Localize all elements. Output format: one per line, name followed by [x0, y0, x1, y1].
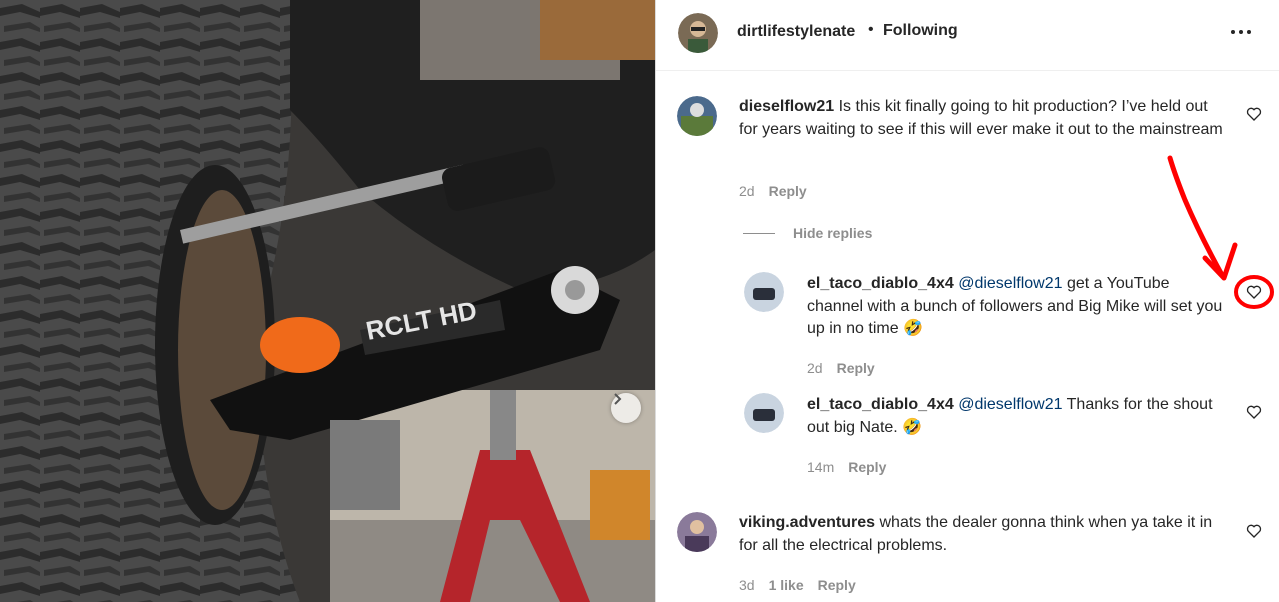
follow-status-button[interactable]: Following — [883, 22, 958, 40]
comment-meta: 2d Reply — [739, 183, 807, 199]
reply-button[interactable]: Reply — [848, 459, 886, 475]
hide-replies-label: Hide replies — [793, 225, 873, 241]
reply-meta: 2d Reply — [807, 360, 875, 376]
reply-button[interactable]: Reply — [769, 183, 807, 199]
avatar-image — [677, 96, 717, 136]
reply-meta: 14m Reply — [807, 459, 886, 475]
heart-outline-icon[interactable] — [1246, 284, 1262, 300]
photo-image: RCLT HD — [0, 0, 655, 602]
reply-text: el_taco_diablo_4x4 @dieselflow21 Thanks … — [807, 394, 1227, 439]
avatar-image — [678, 13, 718, 53]
divider-line — [743, 232, 775, 234]
reply-avatar[interactable] — [744, 393, 784, 433]
reply-text: el_taco_diablo_4x4 @dieselflow21 get a Y… — [807, 273, 1227, 341]
comment-age: 3d — [739, 577, 755, 593]
heart-outline-icon[interactable] — [1246, 404, 1262, 420]
reply-mention[interactable]: @dieselflow21 — [958, 275, 1062, 292]
reply-username[interactable]: el_taco_diablo_4x4 — [807, 396, 954, 413]
reply-button[interactable]: Reply — [818, 577, 856, 593]
avatar-image — [744, 393, 784, 433]
avatar-image — [744, 272, 784, 312]
hide-replies-button[interactable]: Hide replies — [743, 225, 872, 241]
commenter-avatar[interactable] — [677, 96, 717, 136]
reply-username[interactable]: el_taco_diablo_4x4 — [807, 275, 954, 292]
author-avatar[interactable] — [678, 13, 718, 53]
comment-text: viking.adventures whats the dealer gonna… — [739, 512, 1229, 557]
heart-outline-icon[interactable] — [1246, 523, 1262, 539]
more-options-icon[interactable] — [1231, 25, 1257, 39]
reply-button[interactable]: Reply — [837, 360, 875, 376]
avatar-image — [677, 512, 717, 552]
separator-dot: • — [868, 21, 874, 38]
comments-panel: dirtlifestylenate • Following dieselflow… — [655, 0, 1279, 602]
comment-username[interactable]: viking.adventures — [739, 514, 875, 531]
reply-avatar[interactable] — [744, 272, 784, 312]
comment-age: 2d — [739, 183, 755, 199]
post-header: dirtlifestylenate • Following — [656, 0, 1279, 71]
chevron-right-icon — [614, 393, 622, 405]
comment-meta: 3d 1 like Reply — [739, 577, 856, 593]
heart-outline-icon[interactable] — [1246, 106, 1262, 122]
reply-age: 14m — [807, 459, 835, 475]
reply-mention[interactable]: @dieselflow21 — [958, 396, 1062, 413]
commenter-avatar[interactable] — [677, 512, 717, 552]
next-image-button[interactable] — [611, 393, 641, 423]
post-photo[interactable]: RCLT HD — [0, 0, 655, 602]
comment-username[interactable]: dieselflow21 — [739, 98, 834, 115]
author-username[interactable]: dirtlifestylenate — [737, 23, 855, 41]
like-count[interactable]: 1 like — [769, 577, 804, 593]
reply-age: 2d — [807, 360, 823, 376]
comment-text: dieselflow21 Is this kit finally going t… — [739, 96, 1229, 141]
